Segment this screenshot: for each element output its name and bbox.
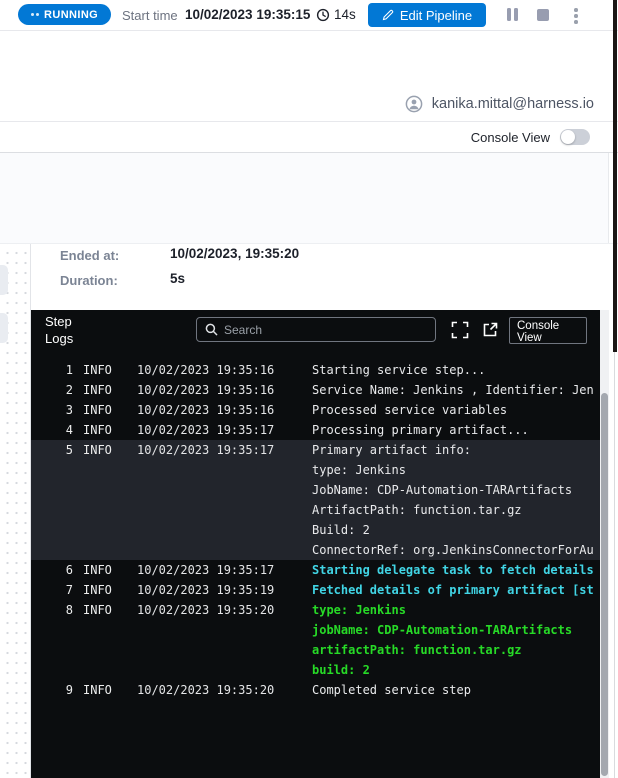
log-row: 5INFO10/02/2023 19:35:17Primary artifact… [31,440,600,460]
user-menu[interactable]: kanika.mittal@harness.io [405,95,594,113]
status-badge-label: RUNNING [44,9,98,21]
console-view-toggle[interactable] [560,129,590,145]
log-row: type: Jenkins [31,460,600,480]
log-row: artifactPath: function.tar.gz [31,640,600,660]
pencil-icon [382,9,394,21]
account-section: kanika.mittal@harness.io [0,31,618,122]
step-logs-panel: Step Logs Consol [31,310,600,778]
log-row: 7INFO10/02/2023 19:35:19Fetched details … [31,580,600,600]
pipeline-execution-page: RUNNING Start time 10/02/2023 19:35:15 1… [0,0,618,778]
log-row: 4INFO10/02/2023 19:35:17Processing prima… [31,420,600,440]
start-time-label: Start time [122,8,178,23]
elapsed-time: 14s [334,7,356,22]
fullscreen-icon[interactable] [451,321,469,339]
duration-label: Duration: [60,273,118,288]
console-view-label: Console View [471,130,550,145]
pause-button[interactable] [507,8,518,21]
window-edge [614,352,615,778]
user-avatar-icon [405,95,423,113]
edit-pipeline-button[interactable]: Edit Pipeline [368,3,486,27]
log-row: Build: 2 [31,520,600,540]
log-search-input[interactable] [224,323,427,337]
log-row: JobName: CDP-Automation-TARArtifacts [31,480,600,500]
running-loader-icon [31,13,39,16]
log-line: 9INFO10/02/2023 19:35:20Completed servic… [31,680,600,700]
open-in-new-icon[interactable] [481,321,499,339]
step-logs-title: Step Logs [45,314,101,347]
step-details-section: Ended at: 10/02/2023, 19:35:20 Duration:… [0,244,618,778]
console-view-button[interactable]: Console View [509,317,587,344]
log-body: 1INFO10/02/2023 19:35:16Starting service… [31,350,600,700]
step-logs-header: Step Logs Consol [31,310,600,350]
log-line: 3INFO10/02/2023 19:35:16Processed servic… [31,400,600,420]
step-details-panel: Ended at: 10/02/2023, 19:35:20 Duration:… [31,244,618,778]
clock-icon [316,8,330,22]
log-row: 2INFO10/02/2023 19:35:16Service Name: Je… [31,380,600,400]
search-icon [205,323,218,336]
pipeline-node-partial[interactable] [0,265,8,295]
log-row: build: 2 [31,660,600,680]
status-badge: RUNNING [18,4,111,25]
log-search-box [196,317,436,342]
log-line: 5INFO10/02/2023 19:35:17Primary artifact… [31,440,600,560]
ended-at-value: 10/02/2023, 19:35:20 [170,246,299,261]
log-scrollbar-thumb[interactable] [601,393,608,776]
log-row: ArtifactPath: function.tar.gz [31,500,600,520]
window-edge [613,0,617,352]
more-options-button[interactable] [571,7,581,25]
log-line: 6INFO10/02/2023 19:35:17Starting delegat… [31,560,600,580]
log-line: 1INFO10/02/2023 19:35:16Starting service… [31,360,600,380]
log-row: 1INFO10/02/2023 19:35:16Starting service… [31,360,600,380]
ended-at-label: Ended at: [60,248,119,263]
log-row: 3INFO10/02/2023 19:35:16Processed servic… [31,400,600,420]
execution-status-bar: RUNNING Start time 10/02/2023 19:35:15 1… [0,0,618,31]
edit-pipeline-label: Edit Pipeline [400,8,472,23]
pipeline-canvas-strip [0,244,31,778]
log-row: jobName: CDP-Automation-TARArtifacts [31,620,600,640]
toggle-knob [561,130,575,144]
log-line: 7INFO10/02/2023 19:35:19Fetched details … [31,580,600,600]
console-view-row: Console View [0,122,618,153]
log-line: 4INFO10/02/2023 19:35:17Processing prima… [31,420,600,440]
stop-button[interactable] [537,9,549,21]
log-row: 9INFO10/02/2023 19:35:20Completed servic… [31,680,600,700]
pipeline-node-partial[interactable] [0,313,8,343]
start-time-value: 10/02/2023 19:35:15 [185,7,310,22]
duration-value: 5s [170,271,185,286]
log-line: 8INFO10/02/2023 19:35:20type: Jenkinsjob… [31,600,600,680]
log-row: 8INFO10/02/2023 19:35:20type: Jenkins [31,600,600,620]
log-row: ConnectorRef: org.JenkinsConnectorForAu [31,540,600,560]
stage-graph-area [0,153,618,244]
log-scrollbar-track[interactable] [600,310,609,778]
log-row: 6INFO10/02/2023 19:35:17Starting delegat… [31,560,600,580]
log-line: 2INFO10/02/2023 19:35:16Service Name: Je… [31,380,600,400]
user-email: kanika.mittal@harness.io [432,96,594,112]
